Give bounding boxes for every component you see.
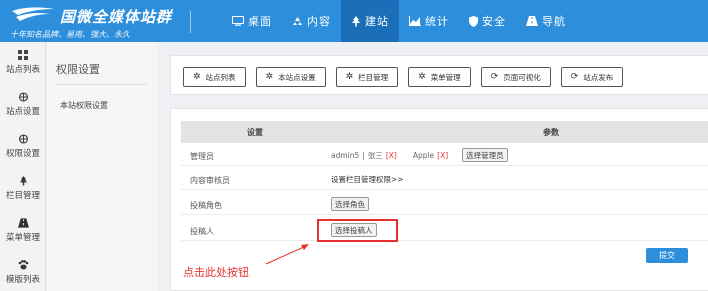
nav-build-site-label: 建站 — [365, 15, 389, 28]
header-settings: 设置 — [247, 128, 263, 137]
divider — [56, 84, 148, 85]
sidebar-item-label: 菜单管理 — [5, 233, 40, 243]
gear-icon: ✲ — [193, 71, 201, 82]
logo: 国微全媒体站群 十年知名品牌、易用、强大、永久 — [10, 4, 180, 40]
site-list-button[interactable]: ✲ 站点列表 — [183, 67, 246, 87]
secondary-sidebar-title: 权限设置 — [56, 63, 100, 76]
settings-icon — [18, 92, 28, 102]
row-label-role: 投稿角色 — [190, 201, 222, 210]
page-visual-button-label: 页面可视化 — [503, 72, 541, 82]
road-icon — [526, 16, 538, 26]
nav-security-label: 安全 — [482, 15, 506, 28]
gear-icon: ✲ — [265, 71, 274, 82]
nav-navigation[interactable]: 导航 — [516, 0, 576, 42]
site-settings-button[interactable]: ✲ 本站点设置 — [255, 67, 326, 87]
main-nav: 桌面 内容 建站 统计 安全 导航 — [222, 0, 576, 42]
sidebar-item-label: 站点列表 — [5, 65, 40, 75]
left-sidebar: 站点列表 站点设置 权限设置 栏目管理 菜单管理 模版列表 — [0, 42, 46, 291]
reviewer-values: 设置栏目管理权限>> — [331, 170, 404, 188]
table-row-reviewer: 内容审核员 设置栏目管理权限>> — [181, 168, 708, 190]
nav-stats[interactable]: 统计 — [399, 0, 459, 42]
nav-stats-label: 统计 — [425, 15, 449, 28]
sidebar-item-columns[interactable]: 栏目管理 — [0, 168, 46, 210]
road-icon — [17, 218, 29, 228]
admin-values: admin5 | 张三 [X] Apple [X] 选择管理员 — [331, 146, 508, 164]
remove-admin-link[interactable]: [X] — [437, 151, 448, 160]
sidebar-item-templates[interactable]: 模版列表 — [0, 252, 46, 291]
table-row-admin: 管理员 admin5 | 张三 [X] Apple [X] 选择管理员 — [181, 144, 708, 166]
submit-button[interactable]: 提交 — [646, 248, 688, 263]
page-visual-button[interactable]: ⟳ 页面可视化 — [480, 67, 551, 87]
table-row-role: 投稿角色 选择角色 — [181, 193, 708, 215]
gear-icon: ✲ — [418, 71, 426, 82]
toolbar-panel: ✲ 站点列表 ✲ 本站点设置 ✲ 栏目管理 ✲ 菜单管理 ⟳ 页面可视化 ⟳ 站点发布 — [170, 55, 708, 95]
annotation-text: 点击此处按钮 — [183, 266, 249, 279]
menu-management-button[interactable]: ✲ 菜单管理 — [408, 67, 471, 87]
subnav-site-permissions[interactable]: 本站权限设置 — [60, 100, 108, 111]
logo-swoosh-icon — [12, 7, 54, 21]
nav-build-site[interactable]: 建站 — [341, 0, 399, 42]
header-params: 参数 — [543, 128, 559, 137]
shield-icon — [469, 15, 478, 27]
remove-admin-link[interactable]: [X] — [386, 151, 397, 160]
sidebar-item-label: 权限设置 — [5, 149, 40, 159]
admin-user: 张三 — [367, 150, 383, 160]
tree-icon — [19, 176, 27, 186]
top-header: 国微全媒体站群 十年知名品牌、易用、强大、永久 桌面 内容 建站 统计 安全 导… — [0, 0, 708, 42]
secondary-sidebar: 权限设置 本站权限设置 — [47, 42, 157, 291]
grid-icon — [18, 50, 28, 60]
sidebar-item-permissions[interactable]: 权限设置 — [0, 126, 46, 168]
nav-desktop-label: 桌面 — [248, 15, 272, 28]
settings-panel: 设置 参数 管理员 admin5 | 张三 [X] Apple [X] 选择管理员 … — [170, 108, 708, 291]
paw-icon — [18, 260, 28, 270]
table-header: 设置 参数 — [181, 121, 708, 143]
site-publish-button-label: 站点发布 — [583, 72, 614, 82]
sidebar-item-menus[interactable]: 菜单管理 — [0, 210, 46, 252]
logo-subtitle: 十年知名品牌、易用、强大、永久 — [10, 30, 130, 39]
menu-management-button-label: 菜单管理 — [430, 72, 461, 82]
table-row-contributor: 投稿人 选择投稿人 — [181, 219, 708, 241]
role-values: 选择角色 — [331, 195, 369, 213]
refresh-icon: ⟳ — [490, 71, 499, 82]
site-publish-button[interactable]: ⟳ 站点发布 — [560, 67, 624, 87]
select-role-button[interactable]: 选择角色 — [331, 197, 369, 211]
refresh-icon: ⟳ — [570, 71, 579, 82]
select-admin-button[interactable]: 选择管理员 — [462, 148, 508, 162]
admin-separator: | — [362, 150, 365, 160]
set-column-permission-link[interactable]: 设置栏目管理权限>> — [331, 174, 404, 185]
row-label-contributor: 投稿人 — [190, 227, 214, 236]
gear-icon: ✲ — [345, 71, 354, 82]
nav-desktop[interactable]: 桌面 — [222, 0, 282, 42]
sidebar-item-label: 站点设置 — [5, 107, 40, 117]
site-settings-button-label: 本站点设置 — [278, 72, 316, 82]
column-management-button-label: 栏目管理 — [358, 72, 389, 82]
sidebar-item-label: 模版列表 — [5, 275, 40, 285]
logo-title: 国微全媒体站群 — [60, 8, 173, 26]
recycle-icon — [293, 16, 302, 25]
toolbar: ✲ 站点列表 ✲ 本站点设置 ✲ 栏目管理 ✲ 菜单管理 ⟳ 页面可视化 ⟳ 站点发布 — [183, 67, 633, 87]
sidebar-item-site-settings[interactable]: 站点设置 — [0, 84, 46, 126]
row-label-admin: 管理员 — [190, 152, 214, 161]
admin-user: Apple — [412, 150, 435, 160]
column-management-button[interactable]: ✲ 栏目管理 — [335, 67, 399, 87]
row-label-reviewer: 内容审核员 — [190, 176, 230, 185]
settings-icon — [18, 134, 28, 144]
tree-icon — [352, 15, 360, 26]
sidebar-item-site-list[interactable]: 站点列表 — [0, 42, 46, 84]
admin-user: admin5 — [331, 150, 360, 160]
site-list-button-label: 站点列表 — [205, 72, 236, 82]
header-divider — [190, 11, 191, 33]
nav-security[interactable]: 安全 — [459, 0, 516, 42]
highlight-box — [317, 219, 398, 242]
nav-content[interactable]: 内容 — [282, 0, 341, 42]
nav-content-label: 内容 — [307, 15, 331, 28]
nav-navigation-label: 导航 — [542, 15, 566, 28]
monitor-icon — [232, 16, 244, 26]
chart-icon — [409, 16, 421, 26]
sidebar-item-label: 栏目管理 — [5, 191, 40, 201]
